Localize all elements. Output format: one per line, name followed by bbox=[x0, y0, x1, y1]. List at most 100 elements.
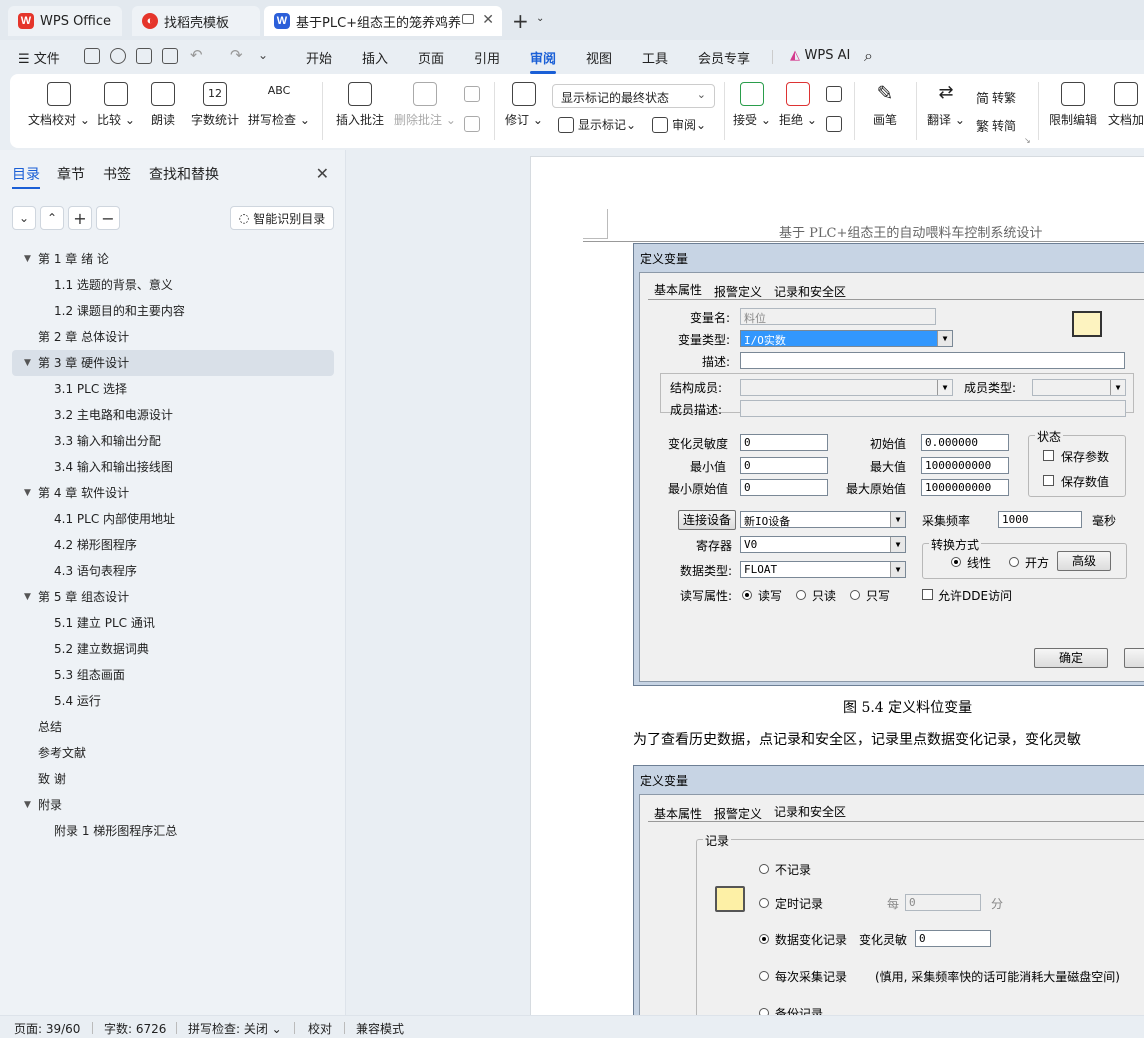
word-count-button[interactable]: 12 字数统计 bbox=[188, 82, 242, 128]
toc-item[interactable]: 4.3 语句表程序 bbox=[12, 558, 334, 584]
menu-review[interactable]: 审阅 bbox=[530, 48, 556, 67]
pen-button[interactable]: ✎ 画笔 bbox=[868, 82, 902, 128]
search-icon[interactable]: ⌕ bbox=[864, 46, 873, 66]
remove-heading-button[interactable]: − bbox=[96, 206, 120, 230]
smart-toc-button[interactable]: ◌ 智能识别目录 bbox=[230, 206, 334, 230]
toc-item[interactable]: 3.1 PLC 选择 bbox=[12, 376, 334, 402]
prev-comment-icon[interactable] bbox=[464, 86, 484, 102]
toc-item[interactable]: 3.2 主电路和电源设计 bbox=[12, 402, 334, 428]
quick-access-chevron-icon[interactable]: ⌄ bbox=[258, 48, 268, 62]
menu-member[interactable]: 会员专享 bbox=[698, 48, 750, 67]
tab-docer-templates[interactable]: ◐ 找稻壳模板 bbox=[132, 6, 260, 36]
menu-tools[interactable]: 工具 bbox=[642, 48, 668, 67]
toc-item[interactable]: 5.3 组态画面 bbox=[12, 662, 334, 688]
tab-current-document[interactable]: W 基于PLC+组态王的笼养鸡养殖 ✕ bbox=[264, 6, 502, 36]
toc-item[interactable]: 4.1 PLC 内部使用地址 bbox=[12, 506, 334, 532]
expand-triangle-icon[interactable]: ▼ bbox=[24, 480, 31, 506]
to-simplified-label: 转简 bbox=[992, 119, 1017, 133]
toc-item[interactable]: ▼ 第 3 章 硬件设计 bbox=[12, 350, 334, 376]
nav-tab-sections[interactable]: 章节 bbox=[57, 164, 85, 184]
save-icon[interactable] bbox=[84, 48, 100, 64]
print-icon[interactable] bbox=[136, 48, 152, 64]
toc-item[interactable]: 5.4 运行 bbox=[12, 688, 334, 714]
translate-button[interactable]: ⇄ 翻译 ⌄ bbox=[926, 82, 966, 128]
next-change-icon[interactable] bbox=[826, 116, 846, 132]
toc-item[interactable]: 5.2 建立数据词典 bbox=[12, 636, 334, 662]
document-canvas[interactable]: 基于 PLC+组态王的自动喂料车控制系统设计 定义变量 基本属性 报警定义 记录… bbox=[347, 150, 1144, 1015]
toc-item[interactable]: 附录 1 梯形图程序汇总 bbox=[12, 818, 334, 844]
toc-item[interactable]: ▼ 第 4 章 软件设计 bbox=[12, 480, 334, 506]
undo-icon[interactable]: ↶ bbox=[190, 46, 203, 64]
chevron-down-icon[interactable]: ⌄ bbox=[536, 13, 544, 24]
toc-item[interactable]: 总结 bbox=[12, 714, 334, 740]
restrict-edit-button[interactable]: 限制编辑 bbox=[1046, 82, 1100, 128]
spell-check-status[interactable]: 拼写检查: 关闭 ⌄ bbox=[188, 1020, 282, 1037]
reject-button[interactable]: 拒绝 ⌄ bbox=[778, 82, 818, 128]
collapse-chevron-down-icon[interactable]: ⌄ bbox=[12, 206, 36, 230]
nav-tab-toc[interactable]: 目录 bbox=[12, 164, 40, 184]
review-pane-button[interactable]: 审阅 ⌄ bbox=[652, 116, 706, 133]
menu-insert[interactable]: 插入 bbox=[362, 48, 388, 67]
dialog-launcher-icon[interactable]: ↘ bbox=[1024, 136, 1031, 145]
monitor-icon[interactable] bbox=[462, 14, 474, 24]
expand-triangle-icon[interactable]: ▼ bbox=[24, 246, 31, 272]
toc-item[interactable]: ▼ 第 5 章 组态设计 bbox=[12, 584, 334, 610]
print-preview-icon[interactable] bbox=[162, 48, 178, 64]
proofread-status[interactable]: 校对 bbox=[308, 1020, 332, 1037]
expand-triangle-icon[interactable]: ▼ bbox=[24, 350, 31, 376]
toc-item[interactable]: 参考文献 bbox=[12, 740, 334, 766]
doc-check-button[interactable]: 文档校对 ⌄ bbox=[28, 82, 90, 128]
document-page[interactable]: 基于 PLC+组态王的自动喂料车控制系统设计 定义变量 基本属性 报警定义 记录… bbox=[530, 156, 1144, 1015]
menu-view[interactable]: 视图 bbox=[586, 48, 612, 67]
menu-page[interactable]: 页面 bbox=[418, 48, 444, 67]
menu-home[interactable]: 开始 bbox=[306, 48, 332, 67]
expand-chevron-up-icon[interactable]: ⌃ bbox=[40, 206, 64, 230]
next-comment-icon[interactable] bbox=[464, 116, 484, 132]
markup-state-select[interactable]: 显示标记的最终状态 ⌄ bbox=[552, 84, 715, 108]
toc-item[interactable]: 1.2 课题目的和主要内容 bbox=[12, 298, 334, 324]
redo-icon[interactable]: ↷ bbox=[230, 46, 243, 64]
delete-comment-button[interactable]: 删除批注 ⌄ bbox=[394, 82, 456, 128]
show-markup-button[interactable]: 显示标记 ⌄ bbox=[558, 116, 636, 133]
revise-button[interactable]: 修订 ⌄ bbox=[504, 82, 544, 128]
compare-button[interactable]: 比较 ⌄ bbox=[96, 82, 136, 128]
add-heading-button[interactable]: + bbox=[68, 206, 92, 230]
toc-item[interactable]: ▼ 第 1 章 绪 论 bbox=[12, 246, 334, 272]
new-tab-button[interactable]: + bbox=[512, 9, 529, 33]
to-traditional-button[interactable]: 简转繁 bbox=[976, 88, 1016, 107]
nav-tab-bookmarks[interactable]: 书签 bbox=[103, 164, 131, 184]
link-icon[interactable] bbox=[110, 48, 126, 64]
toc-item[interactable]: 致 谢 bbox=[12, 766, 334, 792]
toc-item[interactable]: 1.1 选题的背景、意义 bbox=[12, 272, 334, 298]
variable-browser-icon bbox=[1072, 311, 1102, 337]
toc-item[interactable]: 5.1 建立 PLC 通讯 bbox=[12, 610, 334, 636]
toc-item[interactable]: 4.2 梯形图程序 bbox=[12, 532, 334, 558]
expand-triangle-icon[interactable]: ▼ bbox=[24, 792, 31, 818]
page-indicator[interactable]: 页面: 39/60 bbox=[14, 1020, 80, 1037]
spell-check-button[interactable]: ABC 拼写检查 ⌄ bbox=[248, 82, 310, 128]
to-simplified-button[interactable]: 繁转简 bbox=[976, 116, 1016, 135]
insert-comment-button[interactable]: 插入批注 bbox=[334, 82, 386, 128]
prev-change-icon[interactable] bbox=[826, 86, 846, 102]
max-label: 最大值 bbox=[870, 460, 907, 474]
read-aloud-button[interactable]: 朗读 bbox=[146, 82, 180, 128]
word-count-indicator[interactable]: 字数: 6726 bbox=[104, 1020, 166, 1037]
accept-button[interactable]: 接受 ⌄ bbox=[732, 82, 772, 128]
sensitivity-field: 0 bbox=[740, 434, 828, 451]
file-menu[interactable]: ☰ 文件 bbox=[18, 48, 60, 67]
device-select: 新IO设备 ▼ bbox=[740, 511, 906, 528]
toc-item[interactable]: 3.3 输入和输出分配 bbox=[12, 428, 334, 454]
close-tab-icon[interactable]: ✕ bbox=[482, 12, 494, 28]
wps-ai-button[interactable]: ◭ WPS AI bbox=[790, 48, 850, 63]
toc-item[interactable]: ▼ 附录 bbox=[12, 792, 334, 818]
ribbon-divider bbox=[322, 82, 323, 140]
toc-item[interactable]: 3.4 输入和输出接线图 bbox=[12, 454, 334, 480]
tab-wps-office[interactable]: W WPS Office bbox=[8, 6, 122, 36]
menu-references[interactable]: 引用 bbox=[474, 48, 500, 67]
toc-item[interactable]: 第 2 章 总体设计 bbox=[12, 324, 334, 350]
nav-tab-find-replace[interactable]: 查找和替换 bbox=[149, 164, 219, 184]
close-icon[interactable]: ✕ bbox=[316, 164, 329, 183]
wo-option-label: 只写 bbox=[866, 589, 891, 603]
doc-encrypt-button[interactable]: 文档加 bbox=[1106, 82, 1144, 128]
expand-triangle-icon[interactable]: ▼ bbox=[24, 584, 31, 610]
